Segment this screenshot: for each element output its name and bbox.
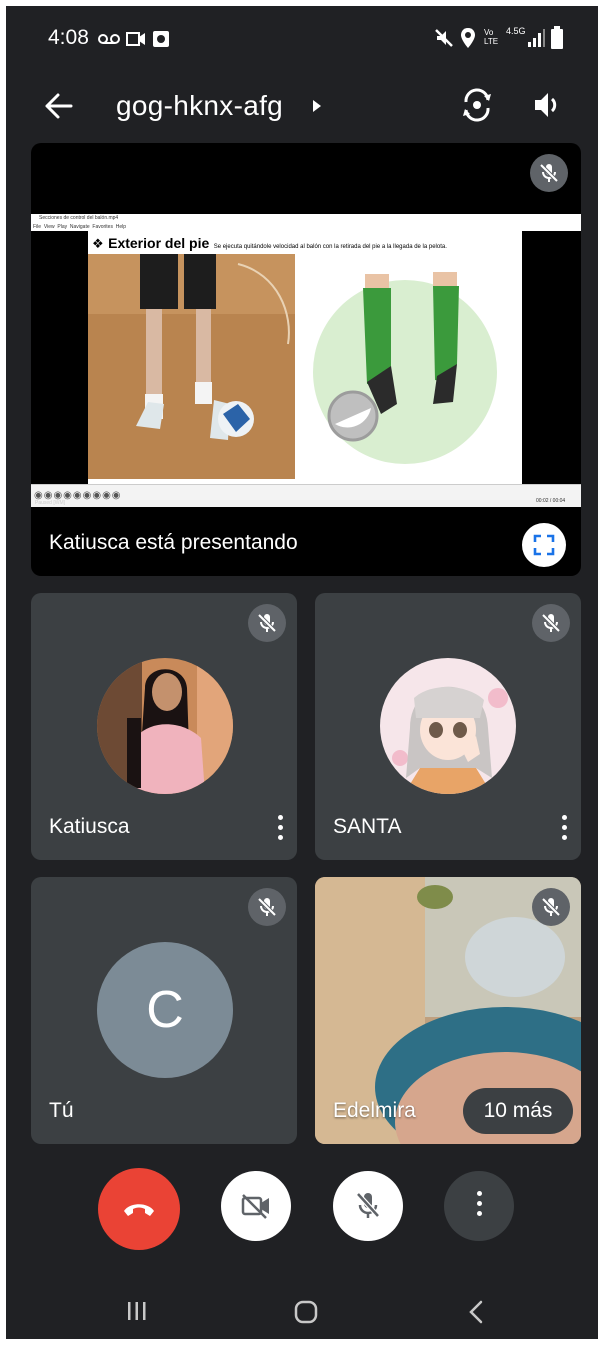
location-icon — [461, 28, 475, 48]
menu-help[interactable]: Help — [116, 224, 126, 230]
mic-off-indicator — [248, 604, 286, 642]
mic-off-button[interactable] — [333, 1171, 403, 1241]
avatar-photo-katiusca — [97, 658, 233, 794]
participant-name: Katiusca — [49, 815, 130, 838]
fullscreen-icon — [533, 534, 555, 556]
player-status: Paused [WM] — [35, 500, 66, 506]
menu-file[interactable]: File — [33, 224, 41, 230]
home-icon[interactable] — [294, 1300, 318, 1324]
slide-subtitle: Se ejecuta quitándole velocidad al balón… — [213, 244, 447, 250]
video-icon — [126, 32, 145, 46]
participant-name: Edelmira — [333, 1099, 416, 1122]
mic-off-icon — [539, 163, 559, 183]
app-icon — [153, 31, 169, 47]
phone-screen: 4:08 Vo LTE 4.5G gog-hknx-afg Secciones … — [6, 6, 598, 1339]
player-controls: ◉◉◉◉◉◉◉◉◉ 00:02 / 00:04 — [31, 484, 581, 507]
status-bar: 4:08 Vo LTE 4.5G — [6, 6, 598, 76]
participant-tile-katiusca[interactable]: Katiusca — [31, 593, 297, 860]
mic-off-indicator — [248, 888, 286, 926]
fullscreen-button[interactable] — [522, 523, 566, 567]
more-participants-badge[interactable]: 10 más — [463, 1088, 573, 1134]
more-options-icon — [474, 1191, 484, 1221]
participant-menu-icon[interactable] — [559, 815, 569, 845]
mic-off-icon — [541, 897, 561, 917]
back-arrow-icon[interactable] — [44, 92, 74, 120]
avatar — [380, 658, 516, 794]
back-icon[interactable] — [468, 1300, 484, 1324]
avatar-initial: C — [146, 981, 184, 1039]
mic-off-indicator — [532, 888, 570, 926]
avatar-photo-santa — [380, 658, 516, 794]
menu-navigate[interactable]: Navigate — [70, 224, 90, 230]
mic-off-indicator — [530, 154, 568, 192]
menu-favorites[interactable]: Favorites — [92, 224, 113, 230]
mic-off-indicator — [532, 604, 570, 642]
player-window-title: Secciones de control del balón.mp4 — [39, 215, 119, 221]
slide-area: ❖ Exterior del pie Se ejecuta quitándole… — [31, 231, 581, 484]
mic-off-icon — [541, 613, 561, 633]
status-time: 4:08 — [48, 26, 89, 49]
more-participants-label: 10 más — [483, 1099, 553, 1122]
shared-screen: Secciones de control del balón.mp4 File … — [31, 214, 581, 507]
slide-heading: Exterior del pie — [108, 235, 210, 251]
mic-off-icon — [356, 1192, 380, 1218]
menu-play[interactable]: Play — [57, 224, 67, 230]
camera-off-button[interactable] — [221, 1171, 291, 1241]
recent-apps-icon[interactable] — [126, 1301, 148, 1321]
slide-photo-feet — [88, 254, 295, 479]
end-call-icon — [124, 1204, 154, 1216]
app-bar: gog-hknx-afg — [6, 68, 598, 148]
switch-camera-icon[interactable] — [460, 88, 494, 122]
speaker-icon[interactable] — [532, 90, 562, 120]
participant-name: Tú — [49, 1099, 74, 1122]
avatar — [97, 658, 233, 794]
camera-off-icon — [241, 1194, 269, 1219]
avatar: C — [97, 942, 233, 1078]
slide-header: ❖ Exterior del pie Se ejecuta quitándole… — [92, 235, 522, 253]
mic-off-icon — [257, 897, 277, 917]
participant-tile-self[interactable]: C Tú — [31, 877, 297, 1144]
player-menu: File View Play Navigate Favorites Help — [31, 223, 581, 231]
end-call-button[interactable] — [98, 1168, 180, 1250]
mic-off-icon — [257, 613, 277, 633]
signal-icon — [528, 29, 545, 47]
network-icon: 4.5G — [506, 26, 526, 36]
system-nav-bar — [6, 1274, 598, 1339]
player-time: 00:02 / 00:04 — [536, 498, 566, 504]
participant-tile-edelmira[interactable]: Edelmira 10 más — [315, 877, 581, 1144]
more-options-button[interactable] — [444, 1171, 514, 1241]
voicemail-icon — [98, 34, 120, 44]
meeting-code[interactable]: gog-hknx-afg — [116, 90, 283, 122]
participant-name: SANTA — [333, 815, 402, 838]
slide: ❖ Exterior del pie Se ejecuta quitándole… — [88, 231, 522, 484]
mute-icon — [435, 29, 453, 47]
slide-bullet-icon: ❖ — [92, 236, 104, 251]
participant-tile-santa[interactable]: SANTA — [315, 593, 581, 860]
dropdown-arrow-icon[interactable] — [312, 99, 322, 113]
volte-icon: Vo LTE — [484, 28, 499, 46]
menu-view[interactable]: View — [44, 224, 55, 230]
presentation-tile[interactable]: Secciones de control del balón.mp4 File … — [31, 143, 581, 576]
player-title-bar: Secciones de control del balón.mp4 — [31, 214, 581, 223]
slide-illustration-socks — [295, 254, 522, 479]
presenter-label: Katiusca está presentando — [49, 531, 298, 554]
battery-icon — [551, 26, 563, 49]
participant-menu-icon[interactable] — [275, 815, 285, 845]
